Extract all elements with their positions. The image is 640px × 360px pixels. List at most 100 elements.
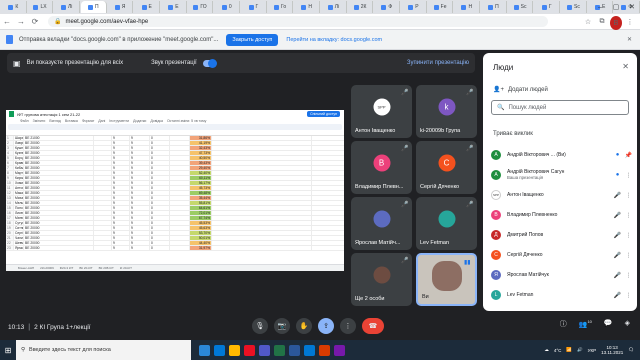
switch-tab-link[interactable]: Перейти на вкладку: docs.google.com bbox=[286, 37, 382, 43]
mic-off-icon[interactable]: 🎤 bbox=[613, 252, 622, 259]
browser-tab[interactable]: 2К bbox=[347, 1, 374, 13]
extensions-icon[interactable]: ⧉ bbox=[596, 15, 608, 29]
participant-list-item[interactable]: А Андрій Вікторович Сагун Ваша презентація… bbox=[491, 165, 633, 185]
forward-icon[interactable]: → bbox=[14, 15, 28, 29]
browser-tab[interactable]: 0 bbox=[214, 1, 241, 13]
microphone-button[interactable]: 🎙 bbox=[252, 318, 268, 334]
panel-close-icon[interactable]: ✕ bbox=[622, 62, 629, 71]
info-icon[interactable]: ⓘ bbox=[560, 319, 567, 329]
participant-list-item[interactable]: В Владимир Плевненко 🎤 ⋮ bbox=[491, 205, 633, 225]
participant-list-item[interactable]: SPP Антон Іващенко 🎤 ⋮ bbox=[491, 185, 633, 205]
more-options-icon[interactable]: ⋮ bbox=[624, 292, 633, 299]
stop-sharing-button[interactable]: Закрыть доступ bbox=[226, 33, 279, 46]
more-options-icon[interactable]: ⋮ bbox=[624, 212, 633, 219]
stop-presentation-button[interactable]: Зупинити презентацію bbox=[407, 60, 469, 66]
browser-tab[interactable]: Р bbox=[401, 1, 427, 13]
browser-tab[interactable]: LX bbox=[27, 1, 54, 13]
back-icon[interactable]: ← bbox=[0, 15, 14, 29]
chat-icon[interactable]: 💬 bbox=[604, 319, 613, 329]
minimize-icon[interactable]: – bbox=[592, 0, 608, 14]
profile-avatar[interactable]: В bbox=[610, 15, 622, 30]
participant-list-item[interactable]: А Андрій Вікторович ... (Ви) ● 📌 bbox=[491, 145, 633, 165]
powerpoint-icon[interactable] bbox=[319, 344, 330, 356]
browser-tab[interactable]: Е bbox=[161, 1, 187, 13]
more-options-icon[interactable]: 📌 bbox=[624, 152, 633, 159]
more-options-icon[interactable]: ⋮ bbox=[624, 232, 633, 239]
mic-off-icon[interactable]: 🎤 bbox=[613, 272, 622, 279]
participant-tile[interactable]: Ви ▮▮ bbox=[416, 253, 477, 306]
browser-tab[interactable]: П bbox=[81, 1, 107, 13]
notifications-icon[interactable]: 🗨 bbox=[628, 347, 634, 353]
leave-call-button[interactable]: ☎ bbox=[362, 318, 384, 334]
participant-tile[interactable]: В Владимир Плевн... 🎤 bbox=[351, 141, 412, 194]
taskbar-search[interactable]: ⚲ Введите здесь текст для поиска bbox=[16, 340, 191, 360]
mic-off-icon[interactable]: 🎤 bbox=[613, 232, 622, 239]
sound-toggle[interactable] bbox=[202, 58, 217, 68]
file-explorer-icon[interactable] bbox=[229, 344, 240, 356]
participant-list-item[interactable]: Я Ярослав Матійчук 🎤 ⋮ bbox=[491, 265, 633, 285]
mic-off-icon[interactable]: 🎤 bbox=[613, 292, 622, 299]
chrome-icon[interactable] bbox=[244, 344, 255, 356]
audio-level-icon[interactable]: ● bbox=[613, 172, 622, 178]
participant-tile[interactable]: SPP Антон Іващенко 🎤 bbox=[351, 85, 412, 138]
mic-off-icon[interactable]: 🎤 bbox=[613, 212, 622, 219]
more-options-icon[interactable]: ⋮ bbox=[624, 252, 633, 259]
infobar-close-icon[interactable]: ✕ bbox=[627, 36, 632, 43]
reload-icon[interactable]: ⟳ bbox=[28, 15, 42, 29]
present-button[interactable]: ⇪ bbox=[318, 318, 334, 334]
browser-tab[interactable]: Fe bbox=[427, 1, 454, 13]
weather-icon[interactable]: ☁ bbox=[544, 347, 549, 353]
browser-tab[interactable]: Лі bbox=[54, 1, 81, 13]
people-search-input[interactable]: 🔍 Пошук людей bbox=[491, 100, 629, 115]
url-field[interactable]: 🔒 meet.google.com/aev-vfae-hpe bbox=[48, 16, 548, 27]
participant-tile[interactable]: Lev Fetman 🎤 bbox=[416, 197, 477, 250]
menu-icon[interactable]: ⋮ bbox=[624, 15, 636, 29]
taskbar-clock[interactable]: 10:13 13.11.2021 bbox=[601, 345, 623, 355]
add-people-button[interactable]: 👤+ Додати людей bbox=[493, 86, 548, 94]
participant-list-item[interactable]: Д Дмитрий Попов 🎤 ⋮ bbox=[491, 225, 633, 245]
close-icon[interactable]: ✕ bbox=[624, 0, 640, 14]
mic-off-icon[interactable]: 🎤 bbox=[613, 192, 622, 199]
onenote-icon[interactable] bbox=[334, 344, 345, 356]
browser-tab[interactable]: Г bbox=[534, 1, 561, 13]
participant-tile[interactable]: k ki-20009b Група 🎤 bbox=[416, 85, 477, 138]
browser-tab[interactable]: Г bbox=[241, 1, 267, 13]
more-options-button[interactable]: ⋮ bbox=[340, 318, 356, 334]
raise-hand-button[interactable]: ✋ bbox=[296, 318, 312, 334]
browser-tab[interactable]: К bbox=[1, 1, 27, 13]
participant-list-item[interactable]: L Lev Fetman 🎤 ⋮ bbox=[491, 285, 633, 305]
camera-button[interactable]: 📷 bbox=[274, 318, 290, 334]
word-icon[interactable] bbox=[289, 344, 300, 356]
browser-tab[interactable]: Е bbox=[134, 1, 161, 13]
volume-icon[interactable]: 🔊 bbox=[577, 347, 583, 353]
network-icon[interactable]: 📶 bbox=[566, 347, 572, 353]
browser-tab[interactable]: Го bbox=[267, 1, 294, 13]
browser-tab[interactable]: Н bbox=[294, 1, 321, 13]
participant-tile[interactable]: С Сергій Дячeнко 🎤 bbox=[416, 141, 477, 194]
star-icon[interactable]: ☆ bbox=[582, 15, 594, 29]
browser-tab[interactable]: Лі bbox=[321, 1, 347, 13]
language[interactable]: УКР bbox=[588, 348, 596, 353]
more-options-icon[interactable]: ⋮ bbox=[624, 172, 633, 179]
more-options-icon[interactable]: ⋮ bbox=[624, 272, 633, 279]
participant-tile[interactable]: Ярослав Матійч... 🎤 bbox=[351, 197, 412, 250]
more-options-icon[interactable]: ⋮ bbox=[624, 192, 633, 199]
browser-tab[interactable]: Sc bbox=[561, 1, 587, 13]
browser-tab[interactable]: Н bbox=[454, 1, 481, 13]
participant-list-item[interactable]: С Сергій Дячeнко 🎤 ⋮ bbox=[491, 245, 633, 265]
browser-tab[interactable]: Sc bbox=[507, 1, 534, 13]
teams-icon[interactable] bbox=[259, 344, 270, 356]
participant-tile[interactable]: Ще 2 особи 🎤 bbox=[351, 253, 412, 306]
browser-tab[interactable]: П bbox=[481, 1, 507, 13]
browser-tab[interactable]: Ф bbox=[374, 1, 401, 13]
activities-icon[interactable]: ◈ bbox=[625, 319, 630, 329]
browser-tab[interactable]: Я bbox=[107, 1, 134, 13]
audio-level-icon[interactable]: ● bbox=[613, 152, 622, 158]
edge-icon[interactable] bbox=[214, 344, 225, 356]
excel-icon[interactable] bbox=[274, 344, 285, 356]
store-icon[interactable] bbox=[304, 344, 315, 356]
task-view-icon[interactable] bbox=[199, 344, 210, 356]
windows-start-icon[interactable]: ⊞ bbox=[0, 340, 16, 360]
maximize-icon[interactable]: ▢ bbox=[608, 0, 624, 14]
browser-tab[interactable]: ГО bbox=[187, 1, 214, 13]
